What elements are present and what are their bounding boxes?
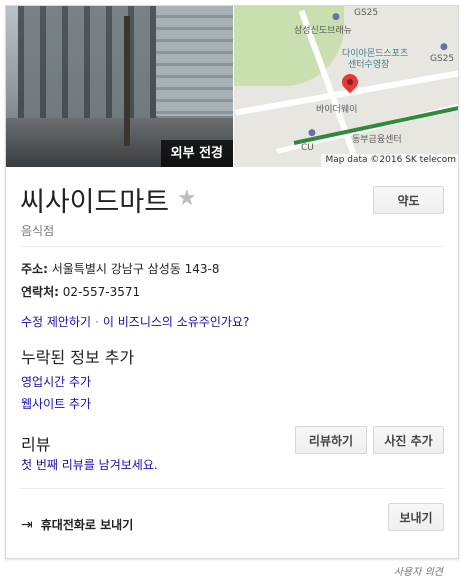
photo-building bbox=[18, 6, 158, 126]
address-value: 서울특별시 강남구 삼성동 143-8 bbox=[51, 262, 220, 276]
suggest-row: 수정 제안하기 · 이 비즈니스의 소유주인가요? bbox=[21, 313, 249, 330]
phone-row: 연락처: 02-557-3571 bbox=[21, 283, 140, 300]
cart-icon: ● bbox=[308, 128, 316, 138]
star-icon[interactable]: ★ bbox=[177, 188, 197, 210]
map-label-gs25-top: GS25 bbox=[354, 8, 379, 18]
map-label-gs25-right: GS25 bbox=[430, 54, 455, 64]
divider bbox=[20, 488, 444, 489]
write-review-button[interactable]: 리뷰하기 bbox=[295, 426, 367, 454]
own-business-link[interactable]: 이 비즈니스의 소유주인가요? bbox=[103, 313, 249, 330]
business-category: 음식점 bbox=[21, 224, 55, 238]
suggest-edit-link[interactable]: 수정 제안하기 bbox=[21, 313, 91, 330]
first-review-link[interactable]: 첫 번째 리뷰를 남겨보세요. bbox=[21, 456, 158, 473]
map-label-diamond2: 센터수영장 bbox=[348, 60, 390, 70]
business-name: 씨사이드마트 bbox=[20, 186, 170, 218]
business-card: 외부 전경 GS25 삼성신도브래뉴 다이아몬드스포츠 센터수영장 GS25 바… bbox=[5, 5, 459, 559]
directions-button[interactable]: 약도 bbox=[373, 186, 444, 214]
photo-building-right bbox=[156, 6, 233, 116]
phone-label: 연락처: bbox=[21, 285, 59, 299]
send-to-phone-icon: ⇥ bbox=[21, 516, 33, 533]
location-map[interactable]: GS25 삼성신도브래뉴 다이아몬드스포츠 센터수영장 GS25 바이더웨이 C… bbox=[234, 6, 458, 167]
title-row: 씨사이드마트 ★ bbox=[20, 179, 197, 219]
feedback-link[interactable]: 사용자 의견 bbox=[394, 563, 443, 578]
map-label-station: 삼성신도브래뉴 bbox=[294, 26, 352, 36]
hero-imagery: 외부 전경 GS25 삼성신도브래뉴 다이아몬드스포츠 센터수영장 GS25 바… bbox=[6, 6, 458, 167]
exterior-photo-label: 외부 전경 bbox=[160, 140, 233, 167]
location-pin-dot bbox=[347, 79, 353, 85]
missing-info-title: 누락된 정보 추가 bbox=[21, 348, 135, 367]
add-website-link[interactable]: 웹사이트 추가 bbox=[21, 395, 91, 412]
send-to-phone-label: 휴대전화로 보내기 bbox=[40, 518, 134, 532]
exterior-photo[interactable]: 외부 전경 bbox=[6, 6, 233, 167]
add-photo-button[interactable]: 사진 추가 bbox=[373, 426, 444, 454]
photo-tree bbox=[124, 16, 130, 146]
send-to-phone-row: ⇥ 휴대전화로 보내기 bbox=[21, 516, 133, 533]
cart-icon: ● bbox=[332, 12, 340, 22]
map-label-finance: 동부금융센터 bbox=[352, 135, 402, 145]
address-label: 주소: bbox=[21, 262, 48, 276]
address-row: 주소: 서울특별시 강남구 삼성동 143-8 bbox=[21, 260, 219, 277]
map-label-bakery: 바이더웨이 bbox=[316, 105, 358, 115]
reviews-title: 리뷰 bbox=[21, 435, 51, 454]
phone-value[interactable]: 02-557-3571 bbox=[63, 285, 140, 299]
map-attribution: Map data ©2016 SK telecom bbox=[321, 154, 458, 167]
divider bbox=[20, 246, 444, 247]
map-label-cu: CU bbox=[301, 143, 314, 153]
separator: · bbox=[95, 314, 99, 329]
cart-icon: ● bbox=[440, 42, 448, 52]
add-hours-link[interactable]: 영업시간 추가 bbox=[21, 373, 91, 390]
send-button[interactable]: 보내기 bbox=[388, 503, 444, 531]
